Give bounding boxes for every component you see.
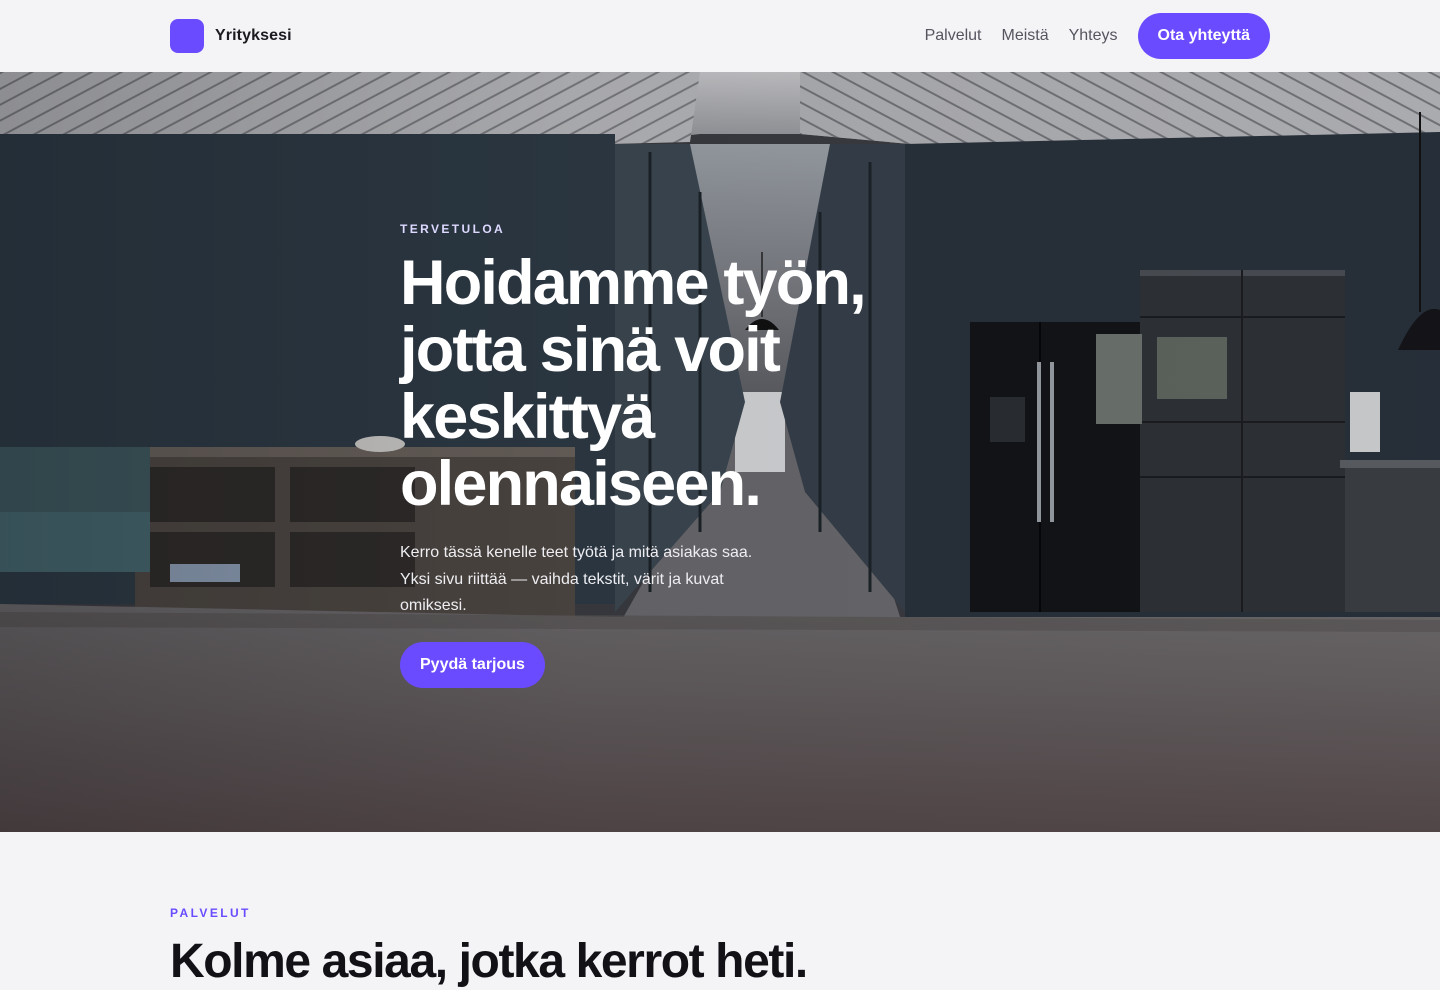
main-nav: Palvelut Meistä Yhteys Ota yhteyttä — [925, 13, 1270, 59]
hero-title: Hoidamme työn, jotta sinä voit keskittyä… — [400, 248, 867, 519]
brand-name: Yrityksesi — [215, 27, 292, 44]
brand-logo — [170, 19, 204, 53]
hero-eyebrow: TERVETULOA — [400, 222, 506, 236]
nav-link-yhteys[interactable]: Yhteys — [1069, 27, 1118, 45]
site-header: Yrityksesi Palvelut Meistä Yhteys Ota yh… — [0, 0, 1440, 72]
services-eyebrow: PALVELUT — [170, 906, 251, 920]
brand[interactable]: Yrityksesi — [170, 19, 292, 53]
nav-link-meista[interactable]: Meistä — [1001, 27, 1048, 45]
services-section: PALVELUT Kolme asiaa, jotka kerrot heti. — [170, 906, 1270, 990]
request-quote-button[interactable]: Pyydä tarjous — [400, 641, 545, 688]
hero-description: Kerro tässä kenelle teet työtä ja mitä a… — [400, 544, 753, 614]
hero-content: TERVETULOA Hoidamme työn, jotta sinä voi… — [400, 222, 1020, 688]
contact-button[interactable]: Ota yhteyttä — [1137, 13, 1270, 59]
hero-section: TERVETULOA Hoidamme työn, jotta sinä voi… — [0, 72, 1440, 832]
nav-link-palvelut[interactable]: Palvelut — [925, 27, 982, 45]
services-title: Kolme asiaa, jotka kerrot heti. — [170, 935, 808, 988]
